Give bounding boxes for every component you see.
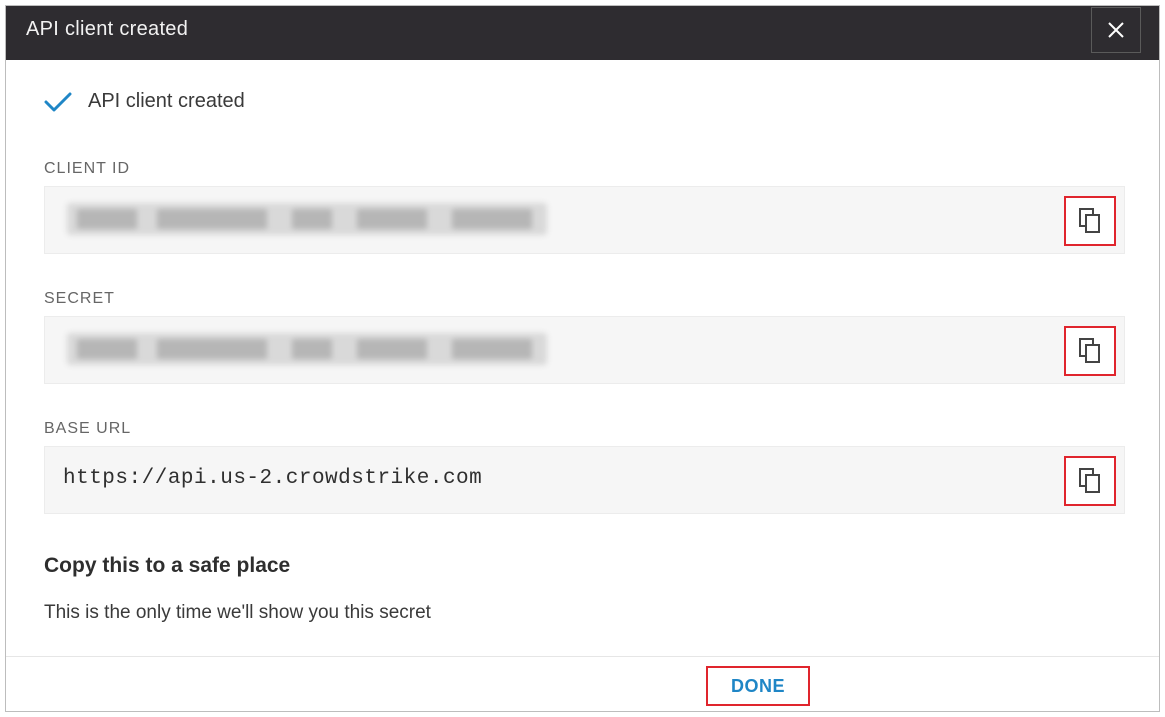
copy-base-url-button[interactable] <box>1064 456 1116 506</box>
done-button[interactable]: DONE <box>706 666 810 706</box>
copy-icon <box>1079 208 1100 233</box>
footer-divider <box>6 656 1159 657</box>
checkmark-icon <box>44 92 72 111</box>
secret-value-redacted <box>67 333 547 365</box>
base-url-field[interactable]: https://api.us-2.crowdstrike.com <box>44 446 1125 514</box>
base-url-value: https://api.us-2.crowdstrike.com <box>63 467 483 490</box>
dialog-title: API client created <box>26 18 189 40</box>
dialog-titlebar: API client created <box>6 6 1159 60</box>
copy-icon <box>1079 468 1100 493</box>
base-url-label: BASE URL <box>44 420 132 437</box>
secret-field[interactable] <box>44 316 1125 384</box>
client-id-value-redacted <box>67 203 547 235</box>
copy-secret-button[interactable] <box>1064 326 1116 376</box>
api-client-dialog: API client created API client created CL… <box>5 5 1160 712</box>
notice-text: This is the only time we'll show you thi… <box>44 602 431 623</box>
secret-label: SECRET <box>44 290 115 307</box>
status-text: API client created <box>88 90 245 112</box>
copy-icon <box>1079 338 1100 363</box>
client-id-label: CLIENT ID <box>44 160 131 177</box>
copy-client-id-button[interactable] <box>1064 196 1116 246</box>
status-message: API client created <box>44 90 245 113</box>
close-icon <box>1108 22 1124 38</box>
close-button[interactable] <box>1091 7 1141 53</box>
client-id-field[interactable] <box>44 186 1125 254</box>
notice-title: Copy this to a safe place <box>44 554 291 577</box>
